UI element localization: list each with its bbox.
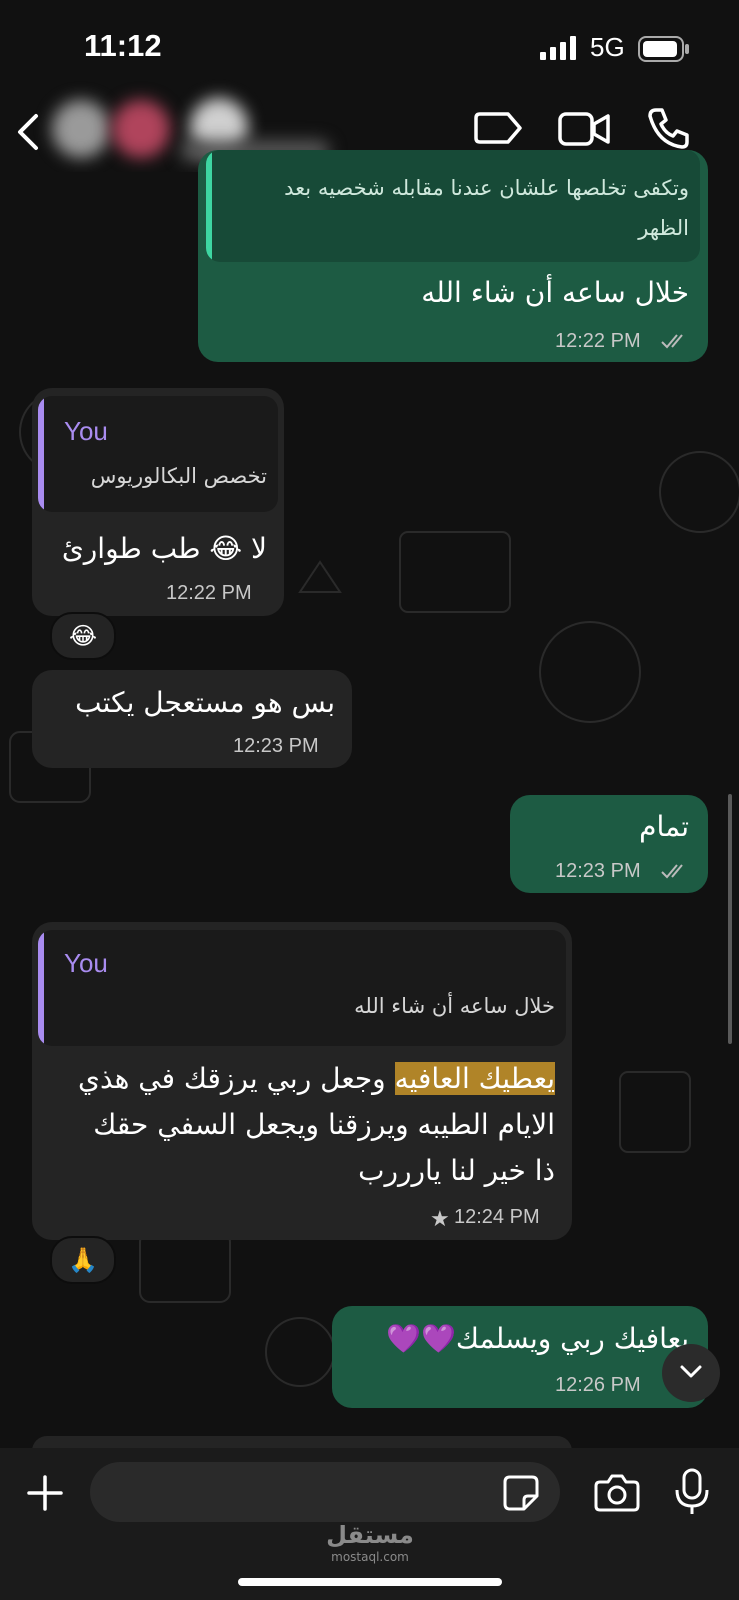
message-time: 12:22 PM (166, 582, 252, 604)
camera-icon[interactable] (594, 1472, 640, 1512)
quote-text: وتكفى تخلصها علشان عندنا مقابله شخصيه بع… (284, 176, 689, 200)
home-indicator[interactable] (238, 1578, 502, 1586)
battery-icon (638, 36, 689, 62)
quote-sender: You (64, 416, 108, 446)
back-icon[interactable] (14, 112, 44, 152)
quote-text: خلال ساعه أن شاء الله (354, 994, 555, 1018)
watermark-latin: mostaql.com (331, 1550, 409, 1564)
quote-text: الظهر (638, 216, 689, 240)
message-text: يعطيك العافيه وجعل ربي يرزقك في هذي (78, 1058, 555, 1100)
plus-icon[interactable] (26, 1474, 64, 1512)
contact-avatar (112, 100, 170, 158)
signal-icon (540, 36, 576, 60)
microphone-icon[interactable] (674, 1468, 710, 1516)
quote-sender: You (64, 948, 108, 978)
reaction-badge[interactable]: 😂 (50, 612, 116, 660)
sticker-icon[interactable] (502, 1474, 540, 1512)
message-input[interactable] (90, 1462, 560, 1522)
contact-avatar[interactable] (52, 100, 110, 158)
reaction-badge[interactable]: 🙏 (50, 1236, 116, 1284)
status-time: 11:12 (84, 28, 162, 63)
message-text: خلال ساعه أن شاء الله (421, 276, 689, 309)
watermark-arabic: مستقل (326, 1521, 414, 1549)
quote-accent-bar (206, 150, 212, 262)
message-time: 12:22 PM (555, 330, 641, 352)
watermark: مستقل mostaql.com (322, 1520, 418, 1564)
message-text: بس هو مستعجل يكتب (75, 686, 335, 719)
network-label: 5G (590, 32, 625, 62)
message-time: 12:24 PM (454, 1206, 540, 1228)
voice-call-icon[interactable] (646, 106, 690, 150)
reply-quote[interactable] (38, 930, 566, 1046)
highlighted-text: يعطيك العافيه (394, 1062, 555, 1095)
reply-quote[interactable] (38, 396, 278, 512)
message-text: الايام الطيبه ويرزقنا ويجعل السفي حقك (93, 1108, 555, 1141)
label-icon[interactable] (474, 108, 526, 148)
message-text-rest: وجعل ربي يرزقك في هذي (78, 1062, 395, 1095)
starred-icon: ★ (430, 1206, 450, 1231)
message-time: 12:23 PM (555, 860, 641, 882)
read-receipt-icon (661, 864, 683, 879)
message-time: 12:23 PM (233, 735, 319, 757)
chevron-down-icon (680, 1365, 702, 1378)
video-call-icon[interactable] (558, 110, 610, 148)
message-text: تمام (639, 810, 689, 843)
message-text: يعافيك ربي ويسلمك💜💜 (386, 1322, 689, 1355)
scroll-to-bottom-button[interactable] (662, 1344, 720, 1402)
message-time: 12:26 PM (555, 1374, 641, 1396)
message-text: ذا خير لنا يارررب (358, 1154, 555, 1187)
quote-accent-bar (38, 396, 44, 512)
message-text: لا 😂 طب طوارئ (61, 532, 267, 565)
quote-text: تخصص البكالوريوس (90, 464, 267, 488)
read-receipt-icon (661, 334, 683, 349)
quote-accent-bar (38, 930, 44, 1046)
reply-quote[interactable] (206, 150, 700, 262)
scrollbar[interactable] (728, 794, 732, 1044)
